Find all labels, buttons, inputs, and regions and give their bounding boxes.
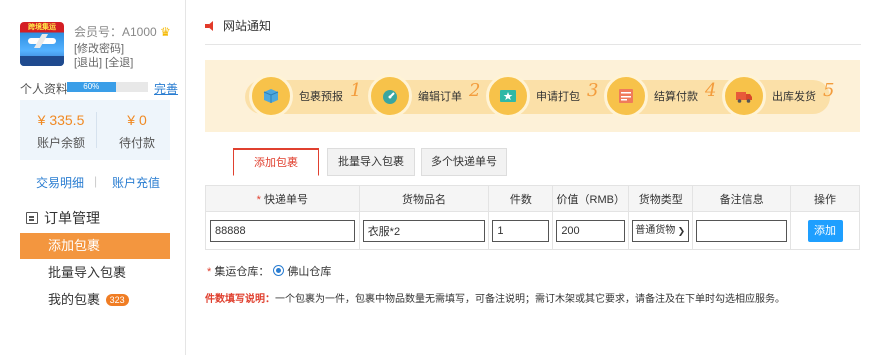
column-header-value: 价值（RMB） xyxy=(552,185,630,212)
step-label: 结算付款 xyxy=(654,91,698,103)
pending-value: ¥ 0 xyxy=(127,112,147,128)
notice-title: 网站通知 xyxy=(223,19,272,33)
column-header-action: 操作 xyxy=(790,185,860,212)
tab-add-package[interactable]: 添加包裹 xyxy=(233,148,319,176)
value-cell xyxy=(552,211,630,250)
step-number: 3 xyxy=(587,80,599,101)
profile-progress-bar: 60% xyxy=(67,82,148,92)
value-input[interactable] xyxy=(556,219,626,242)
balance-label: 账户余额 xyxy=(36,136,85,150)
item-cell xyxy=(358,211,490,250)
gauge-icon xyxy=(368,74,412,118)
pending-label: 待付款 xyxy=(118,136,155,150)
warehouse-option-label[interactable]: 佛山仓库 xyxy=(287,266,331,278)
profile-card: 跨境集运 会员号：A1000 ♛ [修改密码] [退出] [全退] xyxy=(20,18,180,73)
complete-profile-link[interactable]: 完善 xyxy=(154,80,178,97)
link-separator: | xyxy=(94,174,98,188)
column-header-qty: 件数 xyxy=(488,185,554,212)
crown-icon: ♛ xyxy=(160,25,171,39)
remark-cell xyxy=(692,211,792,250)
member-id-text: 会员号：A1000 xyxy=(74,25,157,39)
chevron-down-icon: ❯ xyxy=(677,225,686,236)
step-label: 包裹预报 xyxy=(299,91,343,103)
step-label: 编辑订单 xyxy=(418,91,462,103)
sidebar: 跨境集运 会员号：A1000 ♛ [修改密码] [退出] [全退] 个人资料 6… xyxy=(0,0,186,355)
menu-item-label: 我的包裹 xyxy=(48,292,101,307)
member-id: 会员号：A1000 ♛ xyxy=(74,23,171,40)
profile-label: 个人资料 xyxy=(20,82,69,96)
step-number: 4 xyxy=(705,80,717,101)
star-package-icon xyxy=(486,74,530,118)
balance-box: ¥ 335.5 账户余额 ¥ 0 待付款 xyxy=(20,100,170,160)
menu-item-add-package[interactable]: 添加包裹 xyxy=(20,233,170,259)
table-row: 普通货物❯ 添加 xyxy=(205,211,860,250)
menu-item-label: 批量导入包裹 xyxy=(48,265,127,280)
document-icon xyxy=(26,212,38,224)
cargo-type-select[interactable]: 普通货物 ❯ xyxy=(632,219,690,242)
package-count-badge: 323 xyxy=(105,294,129,306)
balance-value: ¥ 335.5 xyxy=(37,112,85,128)
menu-section-title: 订单管理 xyxy=(26,208,100,228)
table-header-row: * 快递单号 货物品名 件数 价值（RMB） 货物类型 备注信息 操作 xyxy=(205,185,860,212)
transactions-link[interactable]: 交易明细 xyxy=(36,174,84,191)
required-mark: * xyxy=(256,193,261,206)
quantity-note: 件数填写说明：一个包裹为一件，包裹中物品数量无需填写，可备注说明；需订木架或其它… xyxy=(205,290,785,305)
warehouse-label: 集运仓库： xyxy=(214,266,270,278)
qty-cell xyxy=(488,211,554,250)
note-text: 一个包裹为一件，包裹中物品数量无需填写，可备注说明；需订木架或其它要求，请备注及… xyxy=(275,294,785,305)
pending-column: ¥ 0 待付款 xyxy=(102,112,172,151)
warehouse-radio[interactable] xyxy=(273,265,285,276)
step-label: 申请打包 xyxy=(536,91,580,103)
payment-icon xyxy=(604,74,648,118)
tracking-cell xyxy=(205,211,360,250)
avatar-ground xyxy=(20,56,64,66)
speaker-icon xyxy=(205,21,217,31)
remark-input[interactable] xyxy=(696,219,788,242)
column-header-label: 快递单号 xyxy=(264,193,309,206)
menu-item-batch-import[interactable]: 批量导入包裹 xyxy=(20,260,170,286)
column-header-cargo-type: 货物类型 xyxy=(628,185,694,212)
profile-progress-fill: 60% xyxy=(67,82,116,92)
action-cell: 添加 xyxy=(790,211,860,250)
divider xyxy=(205,44,861,45)
menu-item-label: 添加包裹 xyxy=(48,238,101,253)
step-number: 1 xyxy=(350,80,362,101)
menu-section-label: 订单管理 xyxy=(44,210,100,226)
note-title: 件数填写说明： xyxy=(205,294,275,305)
site-notice[interactable]: 网站通知 xyxy=(205,17,271,34)
column-header-remark: 备注信息 xyxy=(692,185,792,212)
tab-multiple-tracking[interactable]: 多个快递单号 xyxy=(421,148,507,176)
tracking-number-input[interactable] xyxy=(210,219,355,242)
add-button[interactable]: 添加 xyxy=(807,219,843,242)
column-header-tracking: * 快递单号 xyxy=(205,185,360,212)
step-number: 5 xyxy=(823,80,835,101)
cargo-type-cell: 普通货物 ❯ xyxy=(628,211,694,250)
profile-progress-row: 个人资料 60% 完善 xyxy=(20,80,180,97)
package-table: * 快递单号 货物品名 件数 价值（RMB） 货物类型 备注信息 操作 普通货物… xyxy=(205,185,860,250)
cargo-type-value: 普通货物 xyxy=(635,224,676,236)
balance-column: ¥ 335.5 账户余额 xyxy=(26,112,96,151)
required-mark: * xyxy=(207,266,212,278)
step-label: 出库发货 xyxy=(772,91,816,103)
tab-batch-import[interactable]: 批量导入包裹 xyxy=(327,148,415,176)
avatar-logo-text: 跨境集运 xyxy=(28,24,56,31)
truck-icon xyxy=(722,74,766,118)
box-icon xyxy=(249,74,293,118)
logout-links[interactable]: [退出] [全退] xyxy=(74,54,133,70)
warehouse-row: * 集运仓库： 佛山仓库 xyxy=(207,263,331,279)
recharge-link[interactable]: 账户充值 xyxy=(112,174,160,191)
quantity-input[interactable] xyxy=(492,219,550,242)
menu-item-my-packages[interactable]: 我的包裹 323 xyxy=(20,287,170,313)
column-header-item: 货物品名 xyxy=(358,185,490,212)
avatar[interactable]: 跨境集运 xyxy=(20,22,64,66)
item-name-input[interactable] xyxy=(362,219,486,242)
balance-divider xyxy=(96,112,97,148)
process-steps: 包裹预报 1 编辑订单 2 申请打包 3 结算付款 4 出库发货 5 xyxy=(205,60,860,132)
step-number: 2 xyxy=(469,80,481,101)
